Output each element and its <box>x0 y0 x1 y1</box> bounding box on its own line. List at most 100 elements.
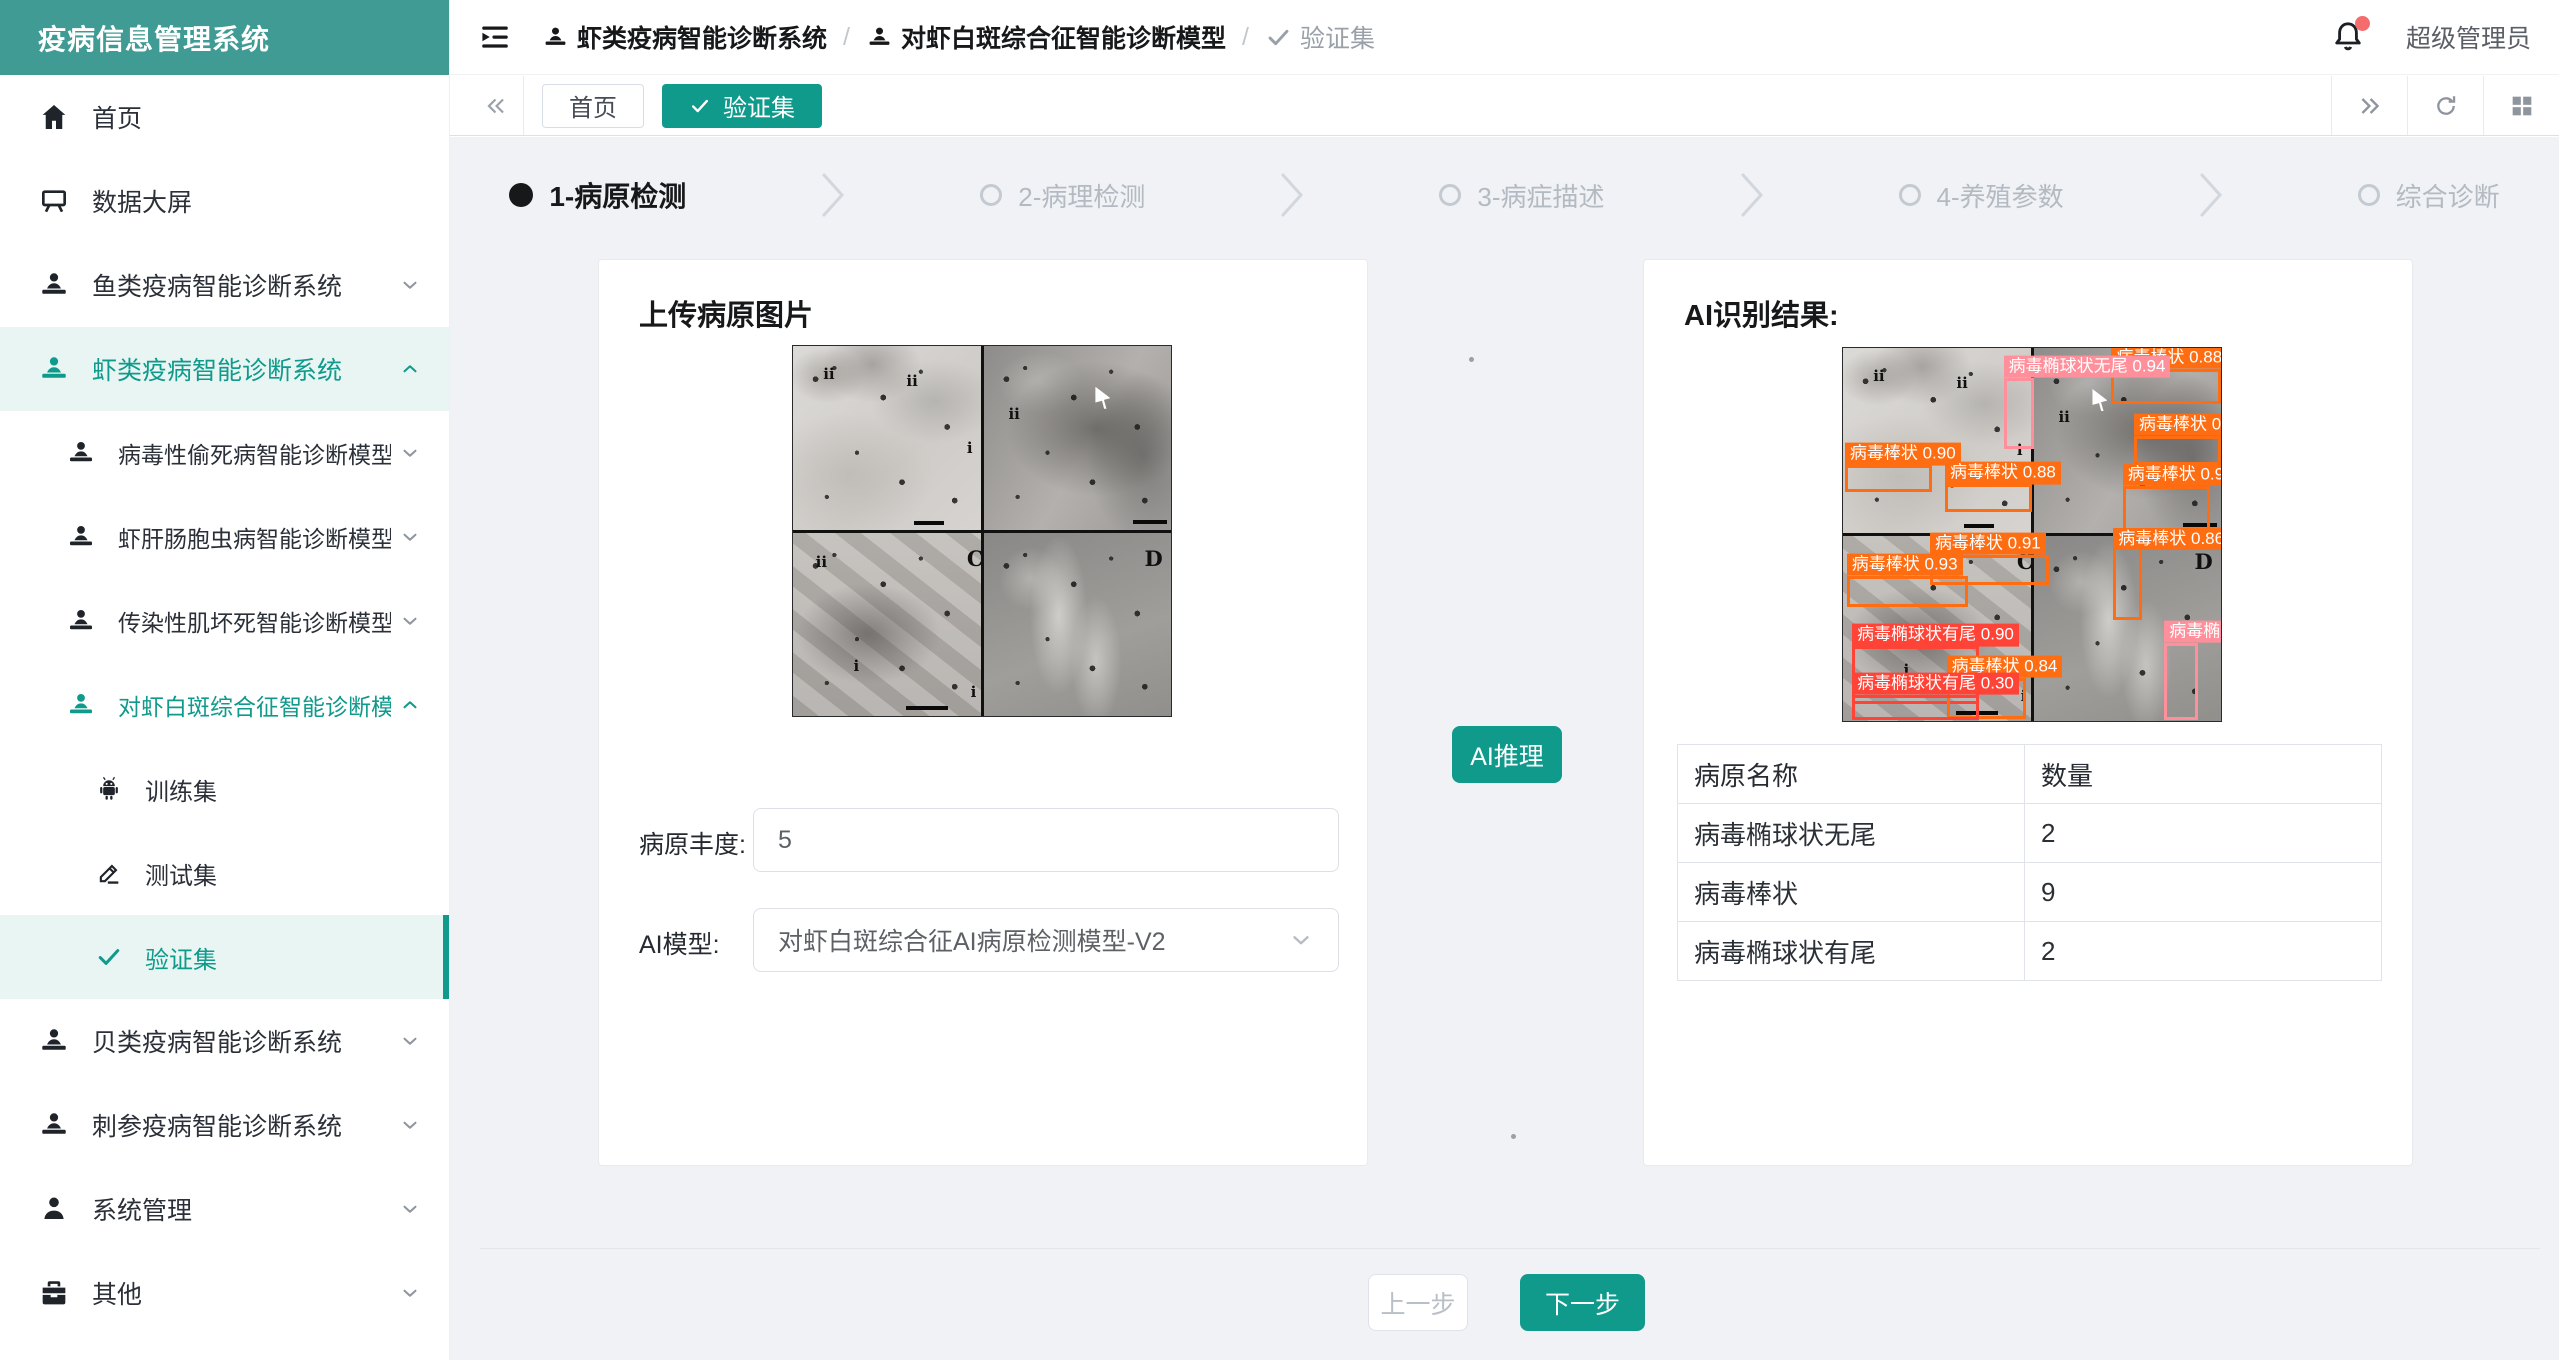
sidebar-item-test-set[interactable]: 测试集 <box>0 831 449 915</box>
ai-model-select[interactable]: 对虾白斑综合征AI病原检测模型-V2 <box>753 908 1339 972</box>
image-letter-marker: ii <box>816 553 827 571</box>
image-letter-marker: i <box>971 683 977 701</box>
screen-icon <box>38 185 70 217</box>
detection-label: 病毒棒状 0.88 <box>2134 413 2221 435</box>
step-inactive-ring <box>1899 184 1921 206</box>
breadcrumb: 虾类疫病智能诊断系统 / 对虾白斑综合征智能诊断模型 / 验证集 <box>542 19 1375 55</box>
step-farming-parameters[interactable]: 4-养殖参数 <box>1899 177 2064 214</box>
notification-badge <box>2355 16 2370 31</box>
sidebar-item-validation-set[interactable]: 验证集 <box>0 915 449 999</box>
image-letter-marker: C <box>967 546 984 571</box>
detection-box <box>1847 576 1968 608</box>
sidebar-item-fish-system[interactable]: 鱼类疫病智能诊断系统 <box>0 243 449 327</box>
abundance-input[interactable] <box>753 808 1339 872</box>
check-icon <box>689 95 711 117</box>
step-inactive-ring <box>1439 184 1461 206</box>
service-icon <box>38 269 70 301</box>
breadcrumb-separator: / <box>1238 23 1253 52</box>
chevron-down-icon <box>399 1282 421 1304</box>
home-icon <box>38 101 70 133</box>
sidebar-collapse-icon[interactable] <box>478 20 512 54</box>
step-symptom-description[interactable]: 3-病症描述 <box>1439 177 1604 214</box>
sidebar-item-training-set[interactable]: 训练集 <box>0 747 449 831</box>
service-icon <box>38 353 70 385</box>
breadcrumb-separator: / <box>839 23 854 52</box>
sidebar-item-wssv-model[interactable]: 对虾白斑综合征智能诊断模型 <box>0 663 449 747</box>
step-inactive-ring <box>980 184 1002 206</box>
detection-label: 病毒椭球状无尾 <box>2164 620 2221 642</box>
detection-box <box>2134 436 2221 466</box>
step-chevron-icon <box>1277 171 1307 219</box>
sidebar-item-home[interactable]: 首页 <box>0 75 449 159</box>
sidebar-item-ehp-model[interactable]: 虾肝肠胞虫病智能诊断模型 <box>0 495 449 579</box>
check-icon <box>95 943 123 971</box>
step-comprehensive-diagnosis[interactable]: 综合诊断 <box>2358 177 2500 214</box>
detection-label: 病毒棒状 0.91 <box>1930 533 2046 555</box>
table-row: 病毒椭球状无尾2 <box>1678 804 2382 863</box>
tab-home[interactable]: 首页 <box>542 84 644 128</box>
result-table: 病原名称 数量 病毒椭球状无尾2病毒棒状9病毒椭球状有尾2 <box>1677 744 2382 981</box>
service-icon <box>66 522 96 552</box>
detection-label: 病毒椭球状有尾 0.90 <box>1852 624 2019 646</box>
ai-annotated-image: iiiiiiiiiCDii 病毒椭球状无尾 0.9病毒棒状 0.88病毒椭球状无… <box>1842 347 2222 722</box>
previous-step-button[interactable]: 上一步 <box>1368 1274 1468 1331</box>
sidebar-item-data-screen[interactable]: 数据大屏 <box>0 159 449 243</box>
table-row: 病毒椭球状有尾2 <box>1678 922 2382 981</box>
tab-bar: 首页 验证集 <box>450 76 2559 136</box>
detection-box <box>1852 695 1979 720</box>
stepper: 1-病原检测 2-病理检测 3-病症描述 4-养殖参数 综合诊断 <box>450 171 2559 219</box>
chevron-down-icon <box>399 526 421 548</box>
sidebar-item-shrimp-system[interactable]: 虾类疫病智能诊断系统 <box>0 327 449 411</box>
ai-model-label: AI模型: <box>639 925 720 961</box>
breadcrumb-wssv-model[interactable]: 对虾白斑综合征智能诊断模型 <box>866 19 1226 55</box>
table-header-count: 数量 <box>2025 745 2382 804</box>
ai-inference-button[interactable]: AI推理 <box>1452 726 1562 783</box>
sidebar: 疫病信息管理系统 首页 数据大屏 鱼类疫病智能诊断系统 虾类疫病智能诊断系统 病… <box>0 0 450 1360</box>
step-pathogen-detection[interactable]: 1-病原检测 <box>509 175 686 215</box>
check-icon <box>1265 24 1292 51</box>
briefcase-icon <box>38 1277 70 1309</box>
refresh-icon[interactable] <box>2407 76 2483 135</box>
sidebar-item-viral-covert-death-model[interactable]: 病毒性偷死病智能诊断模型 <box>0 411 449 495</box>
pathogen-image: iiiiiiiiiCDii <box>792 345 1172 717</box>
image-letter-marker: ii <box>1008 405 1019 423</box>
step-chevron-icon <box>1737 171 1767 219</box>
layout-grid-icon[interactable] <box>2483 76 2559 135</box>
sidebar-item-system-management[interactable]: 系统管理 <box>0 1167 449 1251</box>
notification-bell-icon[interactable] <box>2330 18 2366 56</box>
person-icon <box>38 1193 70 1225</box>
detection-label: 病毒棒状 0.90 <box>1845 443 1961 465</box>
detection-label: 病毒棒状 0.88 <box>1945 462 2061 484</box>
table-row: 病毒棒状9 <box>1678 863 2382 922</box>
service-icon <box>66 690 96 720</box>
service-icon <box>38 1109 70 1141</box>
current-user[interactable]: 超级管理员 <box>2406 19 2531 55</box>
image-letter-marker: ii <box>906 372 917 390</box>
sidebar-item-imn-model[interactable]: 传染性肌坏死智能诊断模型 <box>0 579 449 663</box>
tab-validation-set[interactable]: 验证集 <box>662 84 822 128</box>
ai-result-panel: AI识别结果: iiiiiiiiiCDii 病毒椭球状无尾 0.9病毒棒状 0.… <box>1643 259 2413 1166</box>
panel-title: AI识别结果: <box>1684 292 1839 334</box>
service-icon <box>38 1025 70 1057</box>
sidebar-item-shellfish-system[interactable]: 贝类疫病智能诊断系统 <box>0 999 449 1083</box>
breadcrumb-shrimp-system[interactable]: 虾类疫病智能诊断系统 <box>542 19 827 55</box>
robot-icon <box>95 775 123 803</box>
service-icon <box>66 606 96 636</box>
sidebar-item-sea-cucumber-system[interactable]: 刺参疫病智能诊断系统 <box>0 1083 449 1167</box>
detection-box <box>2113 546 2141 621</box>
service-icon <box>542 24 569 51</box>
app-title: 疫病信息管理系统 <box>0 0 449 75</box>
chevron-down-icon <box>399 1030 421 1052</box>
tabs-scroll-right-icon[interactable] <box>2331 76 2407 135</box>
breadcrumb-validation-set[interactable]: 验证集 <box>1265 19 1375 55</box>
detection-box <box>2004 378 2034 449</box>
sidebar-item-other[interactable]: 其他 <box>0 1251 449 1335</box>
step-pathology-detection[interactable]: 2-病理检测 <box>980 177 1145 214</box>
detection-label: 病毒棒状 0.86 <box>2113 528 2221 550</box>
panel-title: 上传病原图片 <box>639 292 813 334</box>
tabs-scroll-left-icon[interactable] <box>468 76 524 135</box>
navbar-right: 超级管理员 <box>2330 18 2531 56</box>
tab-controls <box>2331 76 2559 135</box>
table-header-row: 病原名称 数量 <box>1678 745 2382 804</box>
next-step-button[interactable]: 下一步 <box>1520 1274 1645 1331</box>
